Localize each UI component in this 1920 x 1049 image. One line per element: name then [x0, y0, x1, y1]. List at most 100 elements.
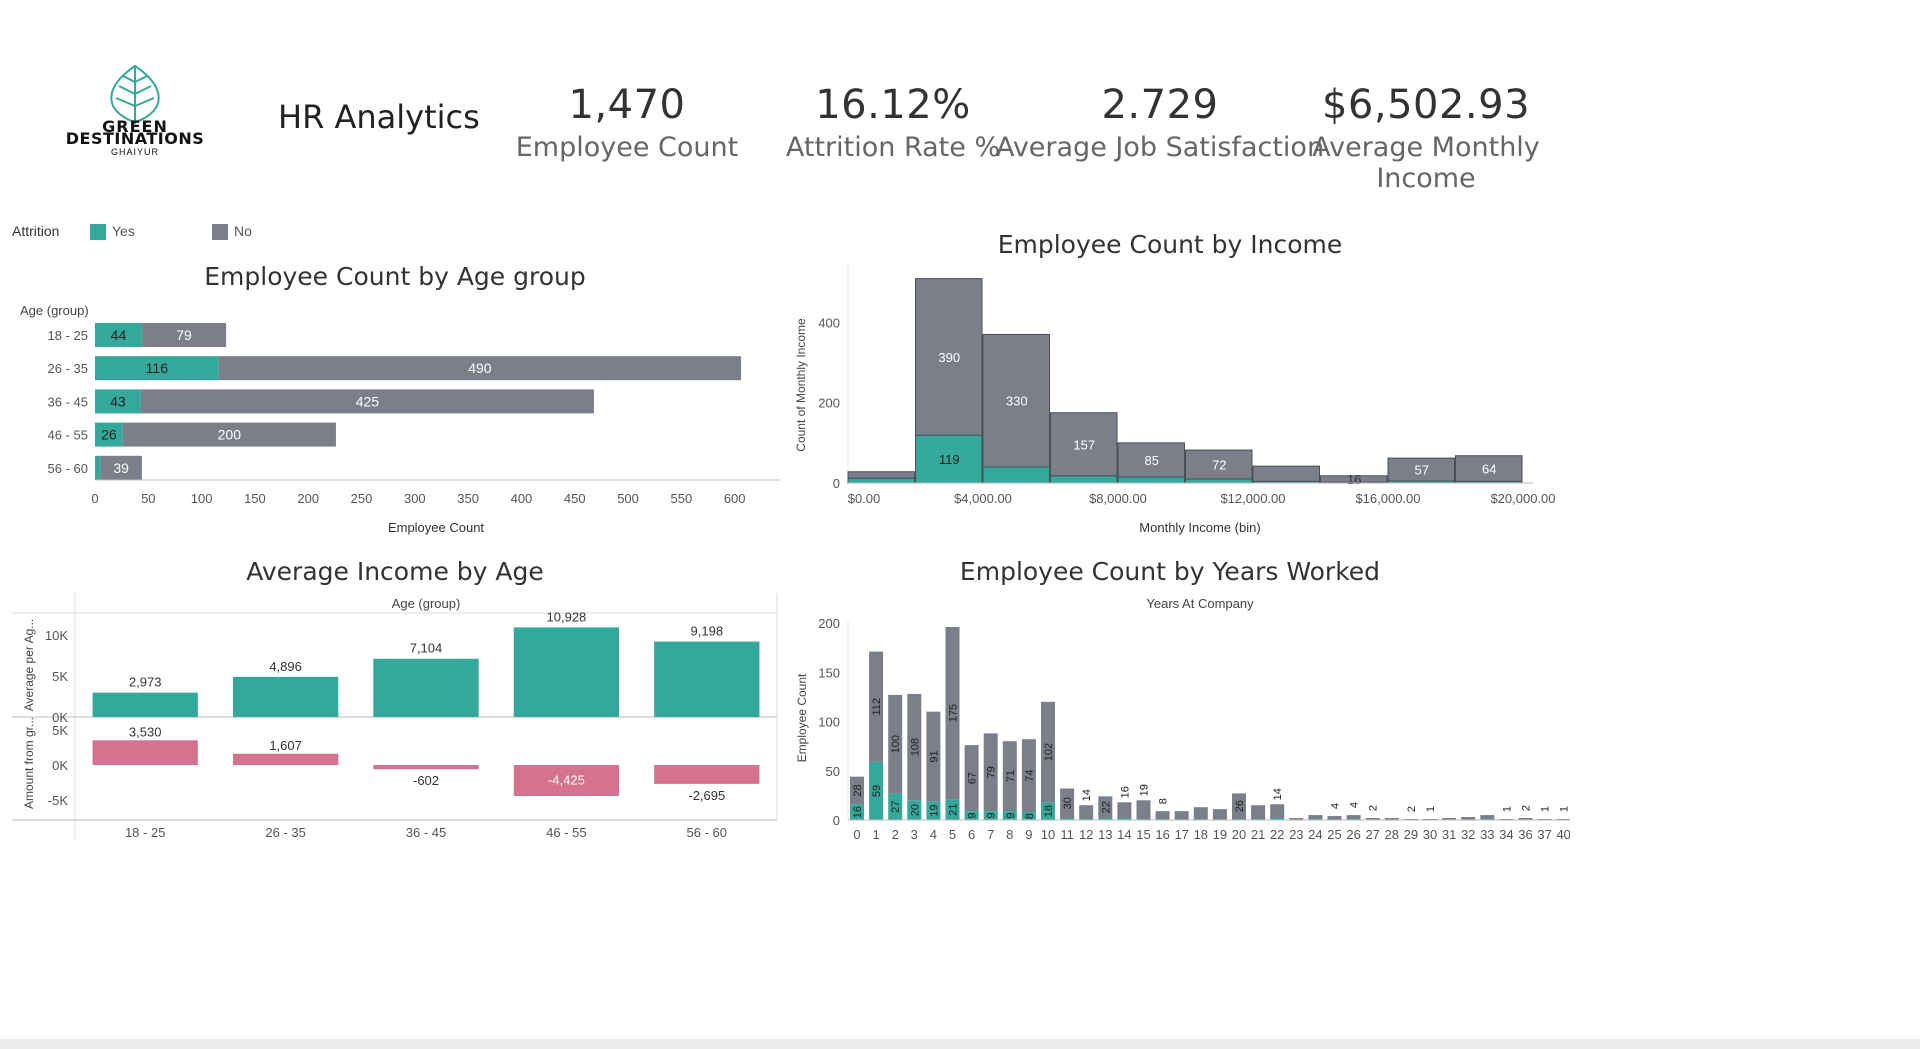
category-label: 26 - 35	[265, 825, 305, 840]
x-axis-title: Monthly Income (bin)	[1139, 520, 1260, 535]
data-label-yes: 20	[909, 804, 921, 816]
diff-bar	[92, 740, 198, 765]
x-tick-label: 250	[351, 491, 373, 506]
x-tick-label: $0.00	[848, 491, 881, 506]
bar-no	[1079, 805, 1094, 820]
income-histogram-chart[interactable]: 0 200 400 119 390 330 157 85 72 16 57 64 $0.00 $4,000…	[790, 260, 1570, 545]
data-label-yes: 59	[871, 785, 883, 797]
data-label-no: 39	[113, 460, 129, 476]
diff-data-label: -4,425	[548, 772, 585, 787]
data-label-no: 100	[890, 735, 902, 753]
y-tick-label: 400	[818, 315, 840, 330]
y-axis-title: Count of Monthly Income	[794, 318, 808, 452]
x-tick-label: $12,000.00	[1220, 491, 1285, 506]
x-tick-label: 600	[724, 491, 746, 506]
data-label-no: 19	[1139, 784, 1151, 796]
chart-title-age-group: Employee Count by Age group	[204, 262, 586, 291]
bar-no	[1327, 816, 1342, 820]
data-label-no: 1	[1559, 806, 1570, 812]
kpi-monthly-income: $6,502.93 Average Monthly Income	[1261, 82, 1591, 194]
avg-bar	[232, 676, 339, 717]
chart-title-avg-income: Average Income by Age	[246, 557, 544, 586]
age-group-chart[interactable]: Age (group) 18 - 25 44 79 26 - 35 116 490 36 - …	[0, 295, 780, 545]
category-label: 2	[892, 827, 899, 842]
company-logo: GREEN DESTINATIONS GHAIYUR	[50, 62, 220, 157]
avg-data-label: 4,896	[269, 659, 302, 674]
category-label: 6	[968, 827, 975, 842]
data-label-no: 79	[176, 327, 192, 343]
chart-title-income: Employee Count by Income	[997, 230, 1343, 259]
data-label-no: 1	[1425, 806, 1437, 812]
diff-bar	[232, 753, 339, 765]
category-label: 20	[1232, 827, 1246, 842]
category-label: 7	[987, 827, 994, 842]
data-label-yes: 116	[146, 360, 169, 376]
attrition-legend: Attrition Yes No	[12, 223, 252, 241]
x-tick-label: 500	[617, 491, 639, 506]
y-tick-label: 100	[818, 715, 840, 730]
category-label: 26	[1346, 827, 1360, 842]
y-tick-label-bottom: 0K	[52, 758, 68, 773]
avg-data-label: 7,104	[410, 641, 443, 656]
y-axis-title-top: Average per Ag...	[22, 619, 36, 712]
x-tick-label: $20,000.00	[1490, 491, 1555, 506]
category-label: 36 - 45	[406, 825, 446, 840]
data-label-no: 14	[1272, 788, 1284, 800]
data-label-no: 72	[1212, 458, 1226, 473]
y-tick-label-top: 10K	[45, 628, 68, 643]
category-label: 10	[1041, 827, 1055, 842]
bar-no	[1270, 804, 1285, 819]
chart-title-years-worked: Employee Count by Years Worked	[959, 557, 1381, 586]
category-label: 13	[1098, 827, 1112, 842]
data-label-no: 425	[356, 393, 380, 409]
data-label-yes: 9	[986, 813, 998, 819]
category-label: 34	[1499, 827, 1513, 842]
row-header: Age (group)	[20, 303, 89, 318]
bar-no	[847, 471, 915, 479]
data-label-yes: 8	[1024, 813, 1036, 819]
category-label: 24	[1308, 827, 1322, 842]
data-label-yes: 16	[852, 806, 864, 818]
data-label-no: 112	[871, 698, 883, 716]
category-label: 8	[1006, 827, 1013, 842]
category-label: 33	[1480, 827, 1494, 842]
column-header: Age (group)	[392, 596, 461, 611]
category-label: 14	[1117, 827, 1131, 842]
bar-yes	[847, 477, 915, 484]
bar-no	[1346, 815, 1361, 820]
data-label-no: 1	[1540, 806, 1552, 812]
logo-line-3: GHAIYUR	[110, 147, 159, 157]
diff-bar	[654, 765, 760, 784]
category-label: 12	[1079, 827, 1093, 842]
kpi-label: Average Monthly Income	[1312, 132, 1540, 194]
avg-income-chart[interactable]: Age (group)0K5K10K-5K0K5KAverage per Ag.…	[0, 585, 780, 845]
x-tick-label: $4,000.00	[954, 491, 1012, 506]
category-label: 31	[1442, 827, 1456, 842]
data-label-no: 330	[1006, 394, 1028, 409]
category-label: 18	[1194, 827, 1208, 842]
legend-item-yes[interactable]: Yes	[90, 223, 135, 241]
category-label: 11	[1060, 827, 1074, 842]
x-tick-label: 350	[457, 491, 479, 506]
data-label-no: 64	[1482, 462, 1496, 477]
bar-no	[1480, 815, 1495, 820]
status-bar	[0, 1039, 1920, 1049]
avg-bar	[513, 627, 620, 717]
legend-label-no: No	[234, 223, 252, 239]
data-label-no: 14	[1081, 789, 1093, 801]
category-label: 46 - 55	[48, 428, 88, 443]
legend-item-no[interactable]: No	[212, 223, 252, 241]
x-tick-label: 100	[191, 491, 213, 506]
category-label: 15	[1136, 827, 1150, 842]
bar-yes	[95, 455, 101, 480]
category-label: 1	[872, 827, 879, 842]
diff-data-label: 1,607	[269, 738, 302, 753]
dashboard-title: HR Analytics	[278, 98, 480, 136]
category-label: 21	[1251, 827, 1265, 842]
diff-data-label: -602	[413, 773, 439, 788]
avg-data-label: 9,198	[691, 624, 724, 639]
category-label: 29	[1404, 827, 1418, 842]
years-worked-chart[interactable]: Years At Company050100150200Employee Cou…	[790, 590, 1570, 845]
category-label: 36	[1518, 827, 1532, 842]
category-label: 27	[1365, 827, 1379, 842]
